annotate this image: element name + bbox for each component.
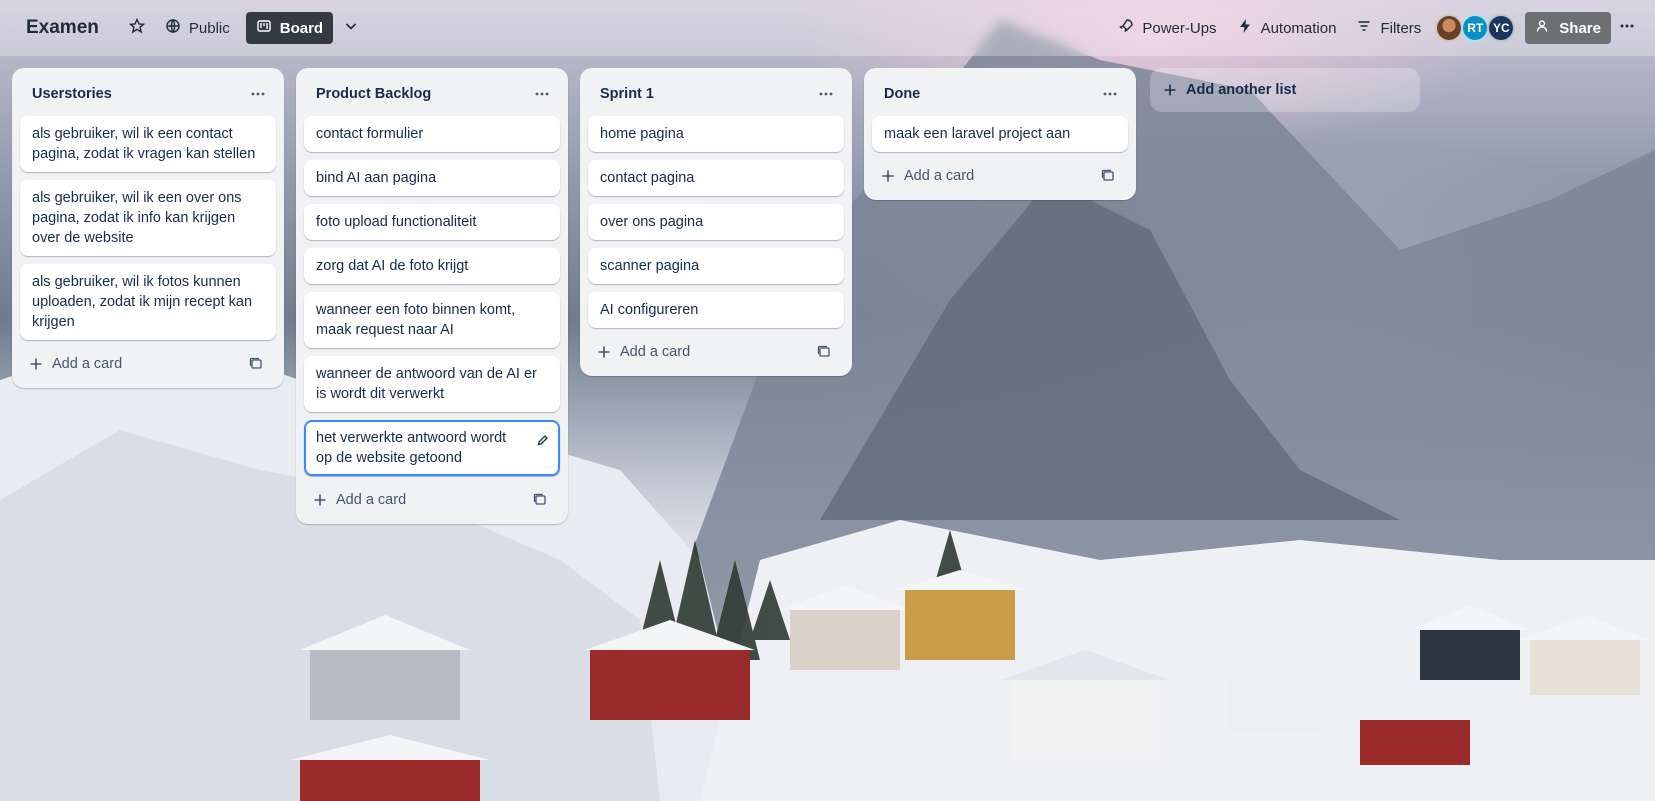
chevron-down-icon	[343, 18, 359, 38]
template-icon	[249, 357, 262, 369]
visibility-button[interactable]: Public	[155, 12, 240, 44]
automation-button[interactable]: Automation	[1227, 12, 1347, 44]
views-dropdown-button[interactable]	[333, 12, 369, 44]
add-card-button[interactable]: Add a card	[880, 168, 974, 184]
list-menu-button[interactable]	[244, 80, 272, 108]
board-menu-button[interactable]	[1611, 12, 1643, 44]
plus-icon	[882, 170, 894, 182]
list-header: Userstories	[20, 76, 276, 112]
card[interactable]: over ons pagina	[588, 204, 844, 240]
add-card-label: Add a card	[904, 168, 975, 184]
card[interactable]: als gebruiker, wil ik fotos kunnen uploa…	[20, 264, 276, 340]
list-done: Done maak een laravel project aan Add a …	[864, 68, 1136, 200]
more-horizontal-icon	[535, 92, 549, 96]
list-footer: Add a card	[304, 484, 560, 516]
list-menu-button[interactable]	[1096, 80, 1124, 108]
list-title[interactable]: Product Backlog	[316, 86, 431, 102]
share-label: Share	[1559, 19, 1601, 37]
card-text: het verwerkte antwoord wordt op de websi…	[316, 430, 507, 466]
card[interactable]: bind AI aan pagina	[304, 160, 560, 196]
more-horizontal-icon	[1103, 92, 1117, 96]
card[interactable]: maak een laravel project aan	[872, 116, 1128, 152]
board-icon	[256, 18, 272, 38]
board-title[interactable]: Examen	[16, 13, 109, 43]
card[interactable]: contact pagina	[588, 160, 844, 196]
board-canvas: Userstories als gebruiker, wil ik een co…	[0, 56, 1655, 801]
add-card-button[interactable]: Add a card	[596, 344, 690, 360]
template-icon	[533, 493, 546, 505]
card[interactable]: wanneer een foto binnen komt, maak reque…	[304, 292, 560, 348]
plus-icon	[598, 346, 610, 358]
list-header: Done	[872, 76, 1128, 112]
filters-label: Filters	[1380, 19, 1422, 37]
automation-label: Automation	[1260, 19, 1337, 37]
card[interactable]: contact formulier	[304, 116, 560, 152]
list-menu-button[interactable]	[812, 80, 840, 108]
plus-icon	[1164, 84, 1176, 96]
add-list-button[interactable]: Add another list	[1150, 68, 1420, 112]
add-card-label: Add a card	[52, 356, 123, 372]
list-footer: Add a card	[20, 348, 276, 380]
list-footer: Add a card	[872, 160, 1128, 192]
card[interactable]: scanner pagina	[588, 248, 844, 284]
visibility-label: Public	[188, 19, 230, 37]
more-horizontal-icon	[819, 92, 833, 96]
add-list-label: Add another list	[1186, 82, 1297, 98]
avatar[interactable]: RT	[1461, 14, 1490, 42]
list-menu-button[interactable]	[528, 80, 556, 108]
template-icon	[817, 345, 830, 357]
list-userstories: Userstories als gebruiker, wil ik een co…	[12, 68, 284, 388]
avatar[interactable]	[1435, 14, 1464, 42]
card[interactable]: AI configureren	[588, 292, 844, 328]
add-person-icon	[1535, 18, 1551, 38]
view-label: Board	[279, 19, 324, 37]
list-title[interactable]: Done	[884, 86, 920, 102]
add-card-button[interactable]: Add a card	[312, 492, 406, 508]
list-title[interactable]: Userstories	[32, 86, 112, 102]
lightning-icon	[1237, 18, 1253, 38]
avatar[interactable]: YC	[1487, 14, 1516, 42]
board-view-button[interactable]: Board	[245, 12, 334, 44]
plus-icon	[314, 494, 326, 506]
more-horizontal-icon	[251, 92, 265, 96]
add-card-button[interactable]: Add a card	[28, 356, 122, 372]
card-edit-button[interactable]	[530, 428, 554, 452]
card-focused[interactable]: het verwerkte antwoord wordt op de websi…	[304, 420, 560, 476]
board-members: RT YC	[1435, 14, 1516, 42]
filter-icon	[1356, 18, 1372, 38]
rocket-icon	[1118, 18, 1134, 38]
card[interactable]: home pagina	[588, 116, 844, 152]
filters-button[interactable]: Filters	[1346, 12, 1431, 44]
star-button[interactable]	[119, 12, 155, 44]
list-header: Product Backlog	[304, 76, 560, 112]
card[interactable]: wanneer de antwoord van de AI er is word…	[304, 356, 560, 412]
globe-icon	[165, 18, 181, 38]
more-horizontal-icon	[1619, 18, 1635, 38]
list-footer: Add a card	[588, 336, 844, 368]
add-card-label: Add a card	[620, 344, 691, 360]
share-button[interactable]: Share	[1525, 12, 1611, 44]
card[interactable]: foto upload functionaliteit	[304, 204, 560, 240]
board-header: Examen Public Board Power-Ups Automation…	[0, 0, 1655, 56]
list-header: Sprint 1	[588, 76, 844, 112]
create-from-template-button[interactable]	[1096, 164, 1120, 188]
card[interactable]: als gebruiker, wil ik een contact pagina…	[20, 116, 276, 172]
powerups-label: Power-Ups	[1142, 19, 1217, 37]
add-card-label: Add a card	[336, 492, 407, 508]
create-from-template-button[interactable]	[528, 488, 552, 512]
create-from-template-button[interactable]	[812, 340, 836, 364]
create-from-template-button[interactable]	[244, 352, 268, 376]
card[interactable]: zorg dat AI de foto krijgt	[304, 248, 560, 284]
star-icon	[128, 17, 146, 38]
list-title[interactable]: Sprint 1	[600, 86, 654, 102]
list-product-backlog: Product Backlog contact formulier bind A…	[296, 68, 568, 524]
list-sprint-1: Sprint 1 home pagina contact pagina over…	[580, 68, 852, 376]
powerups-button[interactable]: Power-Ups	[1108, 12, 1226, 44]
card[interactable]: als gebruiker, wil ik een over ons pagin…	[20, 180, 276, 256]
pencil-icon	[536, 434, 548, 446]
plus-icon	[30, 358, 42, 370]
template-icon	[1101, 169, 1114, 181]
